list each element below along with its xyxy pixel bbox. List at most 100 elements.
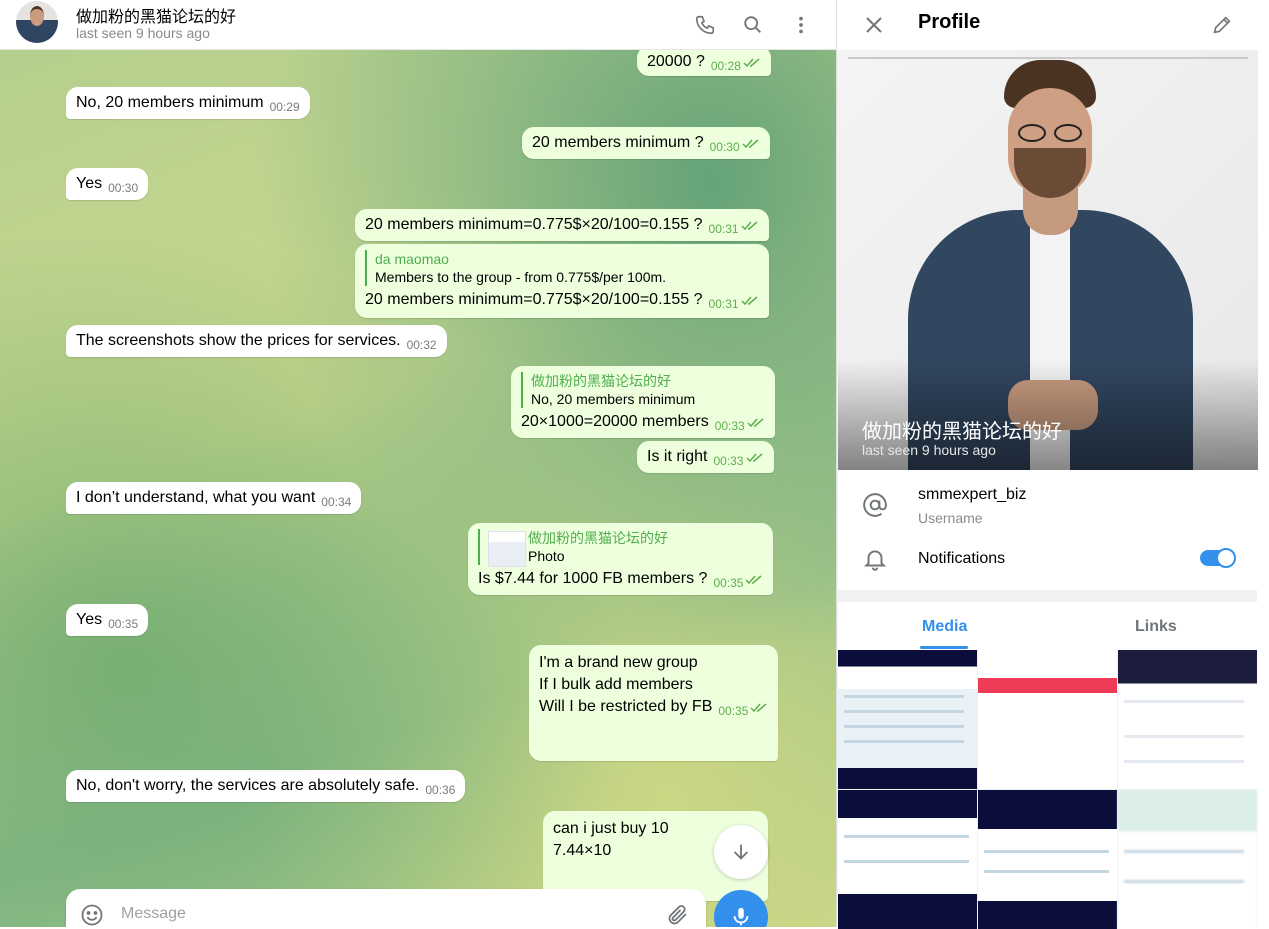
chat-area[interactable]: 20000 ? 00:28 No, 20 members minimum 00:29… [0, 50, 836, 927]
message-time: 00:30 [108, 181, 139, 195]
profile-tabs: Media Links [838, 602, 1258, 650]
thumbnail-line [1124, 850, 1244, 853]
message-time: 00:29 [269, 100, 300, 114]
username-value[interactable]: smmexpert_biz [918, 486, 1026, 504]
message-out[interactable]: Is it right 00:33 [637, 441, 774, 473]
profile-name: 做加粉的黑猫论坛的好 [862, 421, 1062, 443]
message-text: The screenshots show the prices for serv… [76, 332, 401, 349]
message-text: I don’t understand, what you want [76, 489, 316, 506]
thumbnail-line [1124, 880, 1244, 883]
message-time: 00:33 [713, 454, 744, 468]
message-line: If I bulk add members [539, 676, 693, 693]
close-icon [866, 17, 882, 33]
thumbnail-line [844, 860, 969, 863]
phone-icon [695, 15, 715, 35]
edit-contact-button[interactable] [1207, 10, 1237, 40]
tab-media[interactable]: Media [922, 618, 967, 636]
reply-author: 做加粉的黑猫论坛的好 [528, 530, 668, 546]
close-profile-button[interactable] [859, 10, 889, 40]
message-out-reply[interactable]: da maomao Members to the group - from 0.… [355, 244, 769, 318]
message-input[interactable]: Message [121, 905, 186, 923]
message-time: 00:36 [425, 783, 456, 797]
media-thumbnail[interactable] [1118, 790, 1257, 929]
message-in[interactable]: Yes 00:30 [66, 168, 149, 200]
reply-photo-thumbnail [488, 531, 526, 567]
message-in[interactable]: The screenshots show the prices for serv… [66, 325, 447, 357]
message-text: 20 members minimum=0.775$×20/100=0.155 ? [365, 216, 703, 233]
message-composer[interactable]: Message [66, 889, 706, 927]
reply-text: Members to the group - from 0.775$/per 1… [375, 269, 667, 285]
call-button[interactable] [690, 10, 720, 40]
reply-quote[interactable]: da maomao Members to the group - from 0.… [365, 250, 759, 286]
media-thumbnail[interactable] [978, 790, 1117, 929]
read-ticks-icon [750, 703, 767, 713]
attach-button[interactable] [666, 903, 690, 927]
more-button[interactable] [786, 10, 816, 40]
chat-status: last seen 9 hours ago [76, 25, 210, 41]
message-in[interactable]: Yes 00:35 [66, 604, 149, 636]
profile-info: smmexpert_biz Username Notifications [838, 470, 1258, 590]
message-time: 00:33 [714, 419, 745, 433]
message-out[interactable]: 20 members minimum ? 00:30 [522, 127, 770, 159]
message-in[interactable]: No, don't worry, the services are absolu… [66, 770, 466, 802]
emoji-button[interactable] [80, 903, 104, 927]
tab-links[interactable]: Links [1135, 618, 1177, 636]
media-thumbnail[interactable] [978, 650, 1117, 789]
thumbnail-line [1124, 700, 1244, 703]
chat-header: 做加粉的黑猫论坛的好 last seen 9 hours ago [0, 0, 836, 50]
media-thumbnail[interactable] [1118, 650, 1257, 789]
chat-title[interactable]: 做加粉的黑猫论坛的好 [76, 3, 236, 27]
avatar[interactable] [16, 1, 58, 43]
read-ticks-icon [743, 58, 760, 68]
notifications-label: Notifications [918, 550, 1006, 567]
read-ticks-icon [742, 139, 759, 149]
message-text: Is it right [647, 448, 708, 465]
search-button[interactable] [738, 10, 768, 40]
message-text: Yes [76, 175, 103, 192]
pencil-icon [1213, 16, 1231, 34]
scroll-down-button[interactable] [714, 825, 768, 879]
message-time: 00:31 [708, 297, 739, 311]
message-time: 00:31 [708, 222, 739, 236]
toggle-knob [1216, 548, 1236, 568]
profile-photo[interactable]: 做加粉的黑猫论坛的好 last seen 9 hours ago [838, 50, 1258, 470]
media-thumbnail[interactable] [838, 650, 977, 789]
thumbnail-line [844, 695, 964, 698]
reply-author: da maomao [375, 251, 449, 267]
message-text: 20×1000=20000 members [521, 413, 709, 430]
message-time: 00:35 [713, 576, 744, 590]
message-time: 00:35 [108, 617, 139, 631]
thumbnail-line [984, 870, 1109, 873]
read-ticks-icon [745, 575, 762, 585]
reply-author: 做加粉的黑猫论坛的好 [531, 373, 671, 389]
read-ticks-icon [745, 453, 762, 463]
message-in[interactable]: I don’t understand, what you want 00:34 [66, 482, 362, 514]
message-out-multiline[interactable]: I'm a brand new group If I bulk add memb… [529, 645, 779, 761]
thumbnail-line [844, 710, 964, 713]
message-in[interactable]: No, 20 members minimum 00:29 [66, 87, 310, 119]
thumbnail-line [844, 835, 969, 838]
message-out-reply[interactable]: 做加粉的黑猫论坛的好 Photo Is $7.44 for 1000 FB me… [468, 523, 774, 595]
media-thumbnail[interactable] [838, 790, 977, 929]
message-text: 20 members minimum=0.775$×20/100=0.155 ? [365, 291, 703, 308]
read-ticks-icon [747, 418, 764, 428]
message-time: 00:30 [709, 140, 740, 154]
message-out[interactable]: 20000 ? 00:28 [637, 50, 771, 76]
photo-progress-bar [848, 57, 1248, 59]
avatar-face [30, 6, 44, 26]
message-text: 20000 ? [647, 53, 705, 70]
bell-icon [862, 546, 888, 577]
message-text: Yes [76, 611, 103, 628]
message-out-reply[interactable]: 做加粉的黑猫论坛的好 No, 20 members minimum 20×100… [511, 366, 775, 438]
message-text: Is $7.44 for 1000 FB members ? [478, 570, 708, 587]
notifications-toggle[interactable] [1200, 548, 1236, 568]
message-line-wrap: Will I be restricted by FB 00:35 [539, 697, 768, 721]
message-out[interactable]: 20 members minimum=0.775$×20/100=0.155 ?… [355, 209, 769, 241]
smile-icon [81, 904, 103, 926]
reply-quote[interactable]: 做加粉的黑猫论坛的好 No, 20 members minimum [521, 372, 765, 408]
reply-quote[interactable]: 做加粉的黑猫论坛的好 Photo [478, 529, 763, 567]
profile-header: Profile [837, 0, 1258, 50]
reply-text: No, 20 members minimum [531, 391, 696, 407]
read-ticks-icon [741, 296, 758, 306]
profile-panel: Profile 做加粉的黑猫论坛的好 last seen 9 hours ago… [836, 0, 1258, 929]
